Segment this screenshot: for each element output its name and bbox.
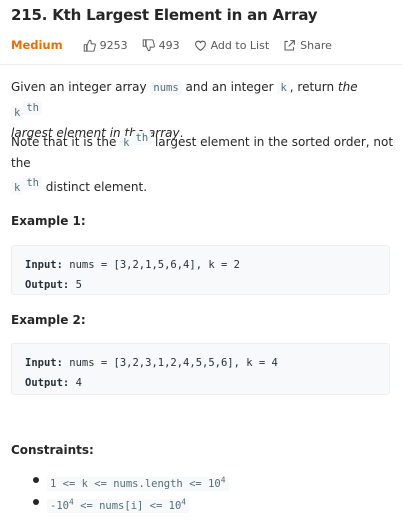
problem-panel: 215. Kth Largest Element in an Array Med… [0,0,402,526]
example-1-heading: Example 1: [11,214,86,228]
add-to-list-button[interactable]: Add to List [194,38,270,52]
dislike-button[interactable]: 493 [142,39,180,52]
constraint-item: 1 <= k <= nums.length <= 104 [11,470,229,492]
like-count: 9253 [99,38,128,52]
difficulty-label: Medium [11,38,63,52]
problem-title: 215. Kth Largest Element in an Array [11,6,318,24]
constraints-list: 1 <= k <= nums.length <= 104 -104 <= num… [11,470,229,514]
constraints-heading: Constraints: [11,443,94,457]
share-label: Share [300,38,332,52]
heart-icon [194,40,206,51]
constraint-item: -104 <= nums[i] <= 104 [11,492,229,514]
description-paragraph-2: Note that it is the k th largest element … [11,131,394,195]
problem-meta-bar: Medium 9253 493 Add to List Share [11,37,346,53]
like-button[interactable]: 9253 [83,39,128,52]
dislike-count: 493 [158,38,180,52]
example-2-block: Input: nums = [3,2,3,1,2,4,5,5,6], k = 4… [11,343,390,395]
example-1-block: Input: nums = [3,2,1,5,6,4], k = 2 Outpu… [11,245,390,295]
inline-code-nums: nums [150,81,182,95]
header-divider [0,64,402,65]
example-2-heading: Example 2: [11,313,86,327]
thumbs-down-icon [142,38,155,51]
share-button[interactable]: Share [283,39,332,52]
add-to-list-label: Add to List [210,38,270,52]
inline-code-k: k [277,81,290,95]
share-icon [284,39,296,50]
thumbs-up-icon [83,39,96,52]
